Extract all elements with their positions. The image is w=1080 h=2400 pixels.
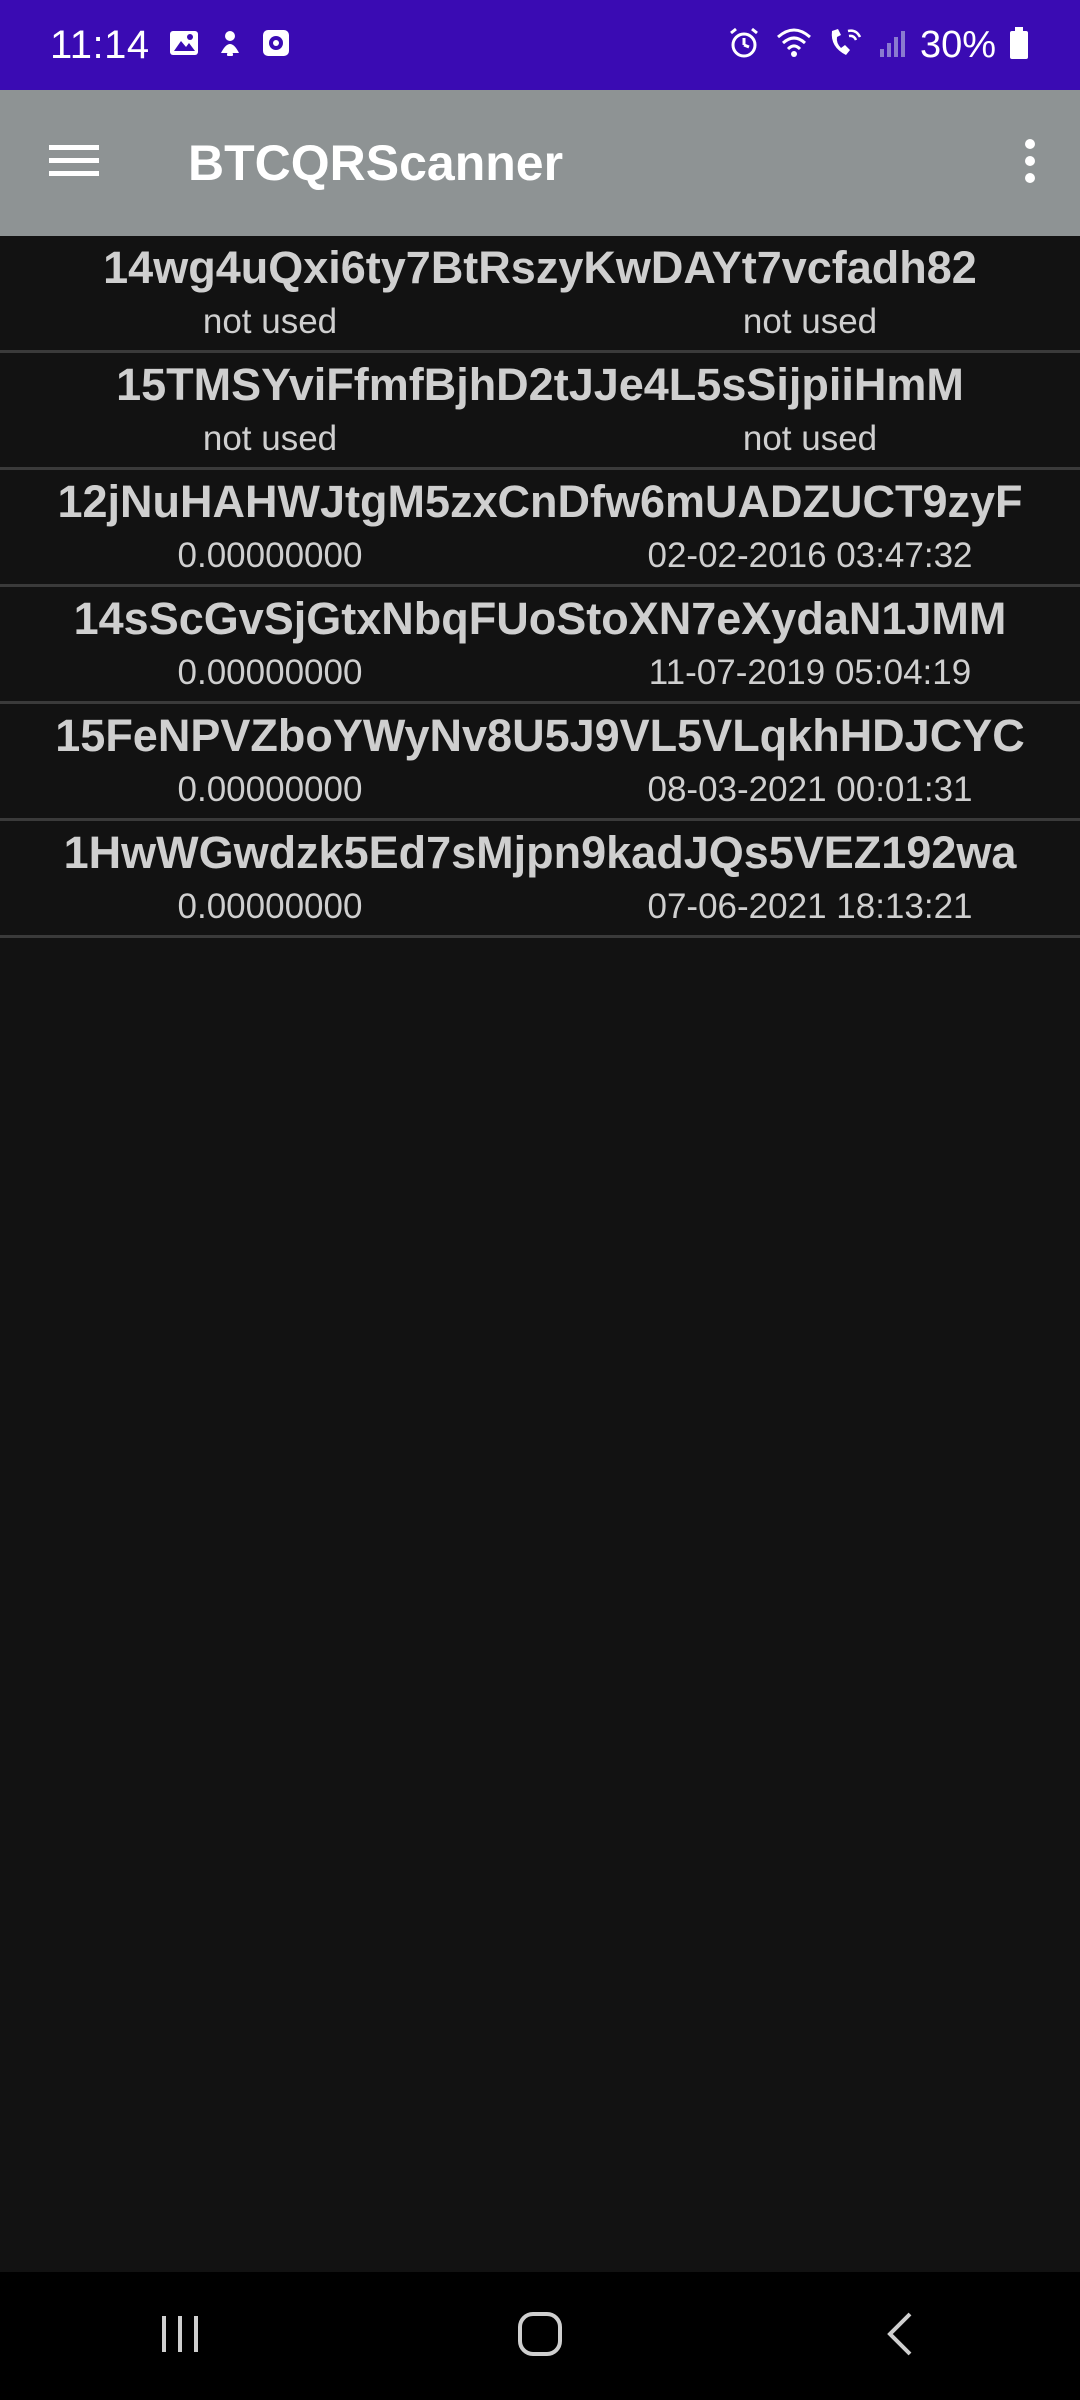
- app-title: BTCQRScanner: [188, 135, 564, 191]
- back-icon: [882, 2310, 918, 2363]
- last-used-text: not used: [742, 302, 878, 341]
- app-bar: BTCQRScanner: [0, 90, 1080, 236]
- notification-icon: [214, 27, 246, 64]
- home-button[interactable]: [440, 2272, 640, 2400]
- menu-button[interactable]: [0, 90, 148, 236]
- hamburger-menu-icon: [49, 141, 99, 186]
- overflow-menu-button[interactable]: [980, 90, 1080, 236]
- balance-text: 0.00000000: [177, 536, 363, 575]
- address-text: 14wg4uQxi6ty7BtRszyKwDAYt7vcfadh82: [103, 242, 977, 293]
- alarm-icon: [726, 25, 762, 66]
- address-text: 15FeNPVZboYWyNv8U5J9VL5VLqkhHDJCYC: [55, 710, 1025, 761]
- list-item[interactable]: 12jNuHAHWJtgM5zxCnDfw6mUADZUCT9zyF 0.000…: [0, 470, 1080, 587]
- balance-text: not used: [202, 302, 338, 341]
- list-item[interactable]: 15FeNPVZboYWyNv8U5J9VL5VLqkhHDJCYC 0.000…: [0, 704, 1080, 821]
- back-button[interactable]: [800, 2272, 1000, 2400]
- list-item[interactable]: 15TMSYviFfmfBjhD2tJJe4L5sSijpiiHmM not u…: [0, 353, 1080, 470]
- wifi-icon: [774, 25, 814, 66]
- last-used-text: not used: [742, 419, 878, 458]
- recent-apps-icon: [158, 2312, 202, 2361]
- balance-text: not used: [202, 419, 338, 458]
- list-item[interactable]: 14sScGvSjGtxNbqFUoStoXN7eXydaN1JMM 0.000…: [0, 587, 1080, 704]
- home-icon: [516, 2310, 564, 2363]
- more-vertical-icon: [1023, 138, 1037, 189]
- app-icon: [260, 27, 292, 64]
- status-bar: 11:14 30%: [0, 0, 1080, 90]
- status-right: 30%: [726, 24, 1030, 67]
- gallery-icon: [168, 27, 200, 64]
- wifi-calling-icon: [826, 25, 866, 66]
- status-left-icons: [168, 27, 292, 64]
- balance-text: 0.00000000: [177, 887, 363, 926]
- balance-text: 0.00000000: [177, 770, 363, 809]
- status-time: 11:14: [50, 22, 150, 67]
- list-item[interactable]: 14wg4uQxi6ty7BtRszyKwDAYt7vcfadh82 not u…: [0, 236, 1080, 353]
- last-used-text: 07-06-2021 18:13:21: [647, 887, 973, 926]
- address-list: 14wg4uQxi6ty7BtRszyKwDAYt7vcfadh82 not u…: [0, 236, 1080, 938]
- navigation-bar: [0, 2272, 1080, 2400]
- last-used-text: 11-07-2019 05:04:19: [648, 653, 972, 692]
- address-text: 12jNuHAHWJtgM5zxCnDfw6mUADZUCT9zyF: [57, 476, 1023, 527]
- signal-icon: [878, 27, 908, 64]
- address-text: 14sScGvSjGtxNbqFUoStoXN7eXydaN1JMM: [73, 593, 1007, 644]
- battery-icon: [1008, 26, 1030, 65]
- balance-text: 0.00000000: [177, 653, 363, 692]
- last-used-text: 02-02-2016 03:47:32: [647, 536, 973, 575]
- address-text: 15TMSYviFfmfBjhD2tJJe4L5sSijpiiHmM: [116, 359, 964, 410]
- recent-apps-button[interactable]: [80, 2272, 280, 2400]
- last-used-text: 08-03-2021 00:01:31: [647, 770, 973, 809]
- list-item[interactable]: 1HwWGwdzk5Ed7sMjpn9kadJQs5VEZ192wa 0.000…: [0, 821, 1080, 938]
- battery-percent: 30%: [919, 23, 996, 66]
- address-text: 1HwWGwdzk5Ed7sMjpn9kadJQs5VEZ192wa: [63, 827, 1017, 878]
